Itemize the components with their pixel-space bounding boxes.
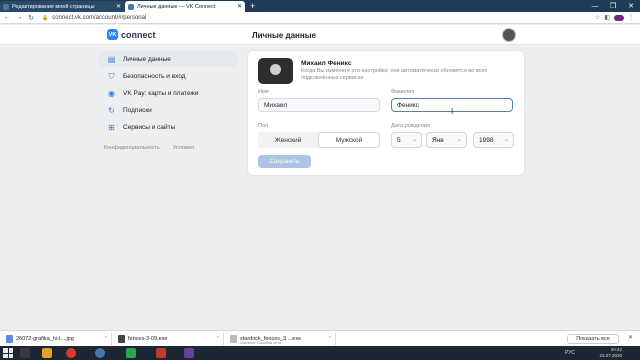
tab-title: Личные данные — VK Connect [137, 3, 216, 10]
close-icon[interactable]: ✕ [116, 3, 121, 10]
sidebar-item-label: Безопасность и вход [123, 72, 186, 80]
download-status: Ошибка: Ошибка сети [240, 340, 282, 345]
new-tab-icon[interactable]: + [250, 1, 255, 11]
profile-hint: Когда Вы измените эти настройки, они авт… [301, 68, 488, 81]
terms-link[interactable]: Условия [173, 145, 194, 151]
clock[interactable]: 20:42 23.07.2020 [599, 347, 622, 359]
first-name-field[interactable]: Михаил [258, 98, 380, 112]
forward-icon[interactable]: → [14, 13, 24, 23]
downloads-shelf: 26072-grafika_hi-t....jpg ⌃ fences-3-09.… [0, 330, 640, 346]
sidebar-item-security[interactable]: ⛉ Безопасность и вход [98, 68, 238, 84]
vk-logo-icon: VK [107, 29, 118, 40]
birthdate-label: Дата рождения [391, 123, 430, 129]
app-icon[interactable] [126, 348, 136, 358]
address-bar[interactable]: 🔒 connect.vk.com/account/#/personal [42, 15, 595, 21]
language-indicator[interactable]: РУС [565, 350, 575, 356]
birth-year-select[interactable]: 1998 ⌄ [473, 132, 514, 148]
menu-icon[interactable]: ⋮ [628, 14, 634, 21]
birth-day-select[interactable]: 5 ⌄ [391, 132, 422, 148]
profile-name: Михаил Феникс [301, 60, 352, 67]
gender-selector[interactable]: Женский Мужской [258, 132, 380, 148]
avatar[interactable] [502, 28, 516, 42]
sidebar-item-vkpay[interactable]: ◉ VK Pay: карты и платежи [98, 85, 238, 101]
sidebar-footer: Конфиденциальность Условия [104, 145, 194, 151]
chevron-down-icon: ⌄ [503, 137, 509, 143]
maximize-icon[interactable]: ❐ [604, 0, 622, 12]
close-icon[interactable]: ✕ [628, 334, 633, 341]
birth-month-select[interactable]: Янв ⌄ [426, 132, 467, 148]
search-icon[interactable] [20, 348, 30, 358]
lock-icon: 🔒 [42, 14, 49, 21]
app-icon[interactable] [156, 348, 166, 358]
clock-date: 23.07.2020 [599, 353, 622, 358]
user-icon: ▤ [107, 54, 116, 64]
vkpay-icon: ◉ [108, 88, 115, 98]
save-button[interactable]: Сохранить [258, 155, 311, 168]
birth-year-value: 1998 [479, 136, 494, 144]
close-icon[interactable]: ✕ [237, 3, 242, 10]
windows-start-icon[interactable] [3, 348, 13, 358]
download-item[interactable]: fences-3-09.exe ⌃ [118, 333, 224, 345]
chevron-down-icon: ⌄ [411, 137, 417, 143]
sidebar-item-label: Подписки [123, 106, 152, 114]
grid-icon: ⊞ [108, 122, 115, 132]
privacy-link[interactable]: Конфиденциальность [104, 145, 160, 151]
birth-month-value: Янв [432, 136, 444, 144]
first-name-label: Имя [258, 89, 269, 95]
sidebar-item-personal[interactable]: ▤ Личные данные [98, 51, 238, 67]
app-header: VK connect Личные данные [0, 25, 640, 45]
file-icon [230, 335, 237, 343]
shield-icon: ⛉ [108, 71, 115, 81]
app-icon[interactable] [184, 348, 194, 358]
download-item[interactable]: stardock_fences_3....exe Ошибка: Ошибка … [230, 333, 336, 345]
page-title: Личные данные [252, 31, 316, 40]
chevron-down-icon: ⌄ [456, 137, 462, 143]
profile-photo[interactable] [258, 58, 293, 84]
download-filename: fences-3-09.exe [128, 336, 168, 342]
sidebar-item-label: Сервисы и сайты [123, 123, 176, 131]
tab-personal-data[interactable]: Личные данные — VK Connect ✕ [125, 1, 245, 12]
vk-favicon-icon [128, 3, 134, 10]
last-name-label: Фамилия [391, 89, 415, 95]
file-explorer-icon[interactable] [42, 348, 52, 358]
browser-tab-strip: Редактирование моей страницы ✕ Личные да… [0, 0, 640, 12]
browser-toolbar: ← → ↻ 🔒 connect.vk.com/account/#/persona… [0, 12, 640, 24]
sidebar-item-label: Личные данные [123, 55, 171, 63]
sidebar-item-services[interactable]: ⊞ Сервисы и сайты [98, 119, 238, 135]
star-icon[interactable]: ☆ [595, 14, 600, 21]
window-close-icon[interactable]: ✕ [622, 0, 640, 12]
tab-edit-page[interactable]: Редактирование моей страницы ✕ [0, 1, 124, 12]
app-icon[interactable] [95, 348, 105, 358]
taskbar: РУС 20:42 23.07.2020 [0, 346, 640, 360]
image-file-icon [6, 335, 13, 343]
text-cursor-icon: I [451, 107, 454, 116]
chevron-up-icon[interactable]: ⌃ [216, 336, 220, 342]
reload-icon[interactable]: ↻ [26, 13, 36, 23]
download-item[interactable]: 26072-grafika_hi-t....jpg ⌃ [6, 333, 112, 345]
chevron-up-icon[interactable]: ⌃ [104, 336, 108, 342]
vk-favicon-icon [3, 3, 9, 10]
tab-title: Редактирование моей страницы [12, 3, 95, 10]
gender-label: Пол [258, 123, 269, 129]
logo-text: connect [121, 29, 156, 40]
download-filename: 26072-grafika_hi-t....jpg [16, 336, 74, 342]
gender-option-female[interactable]: Женский [258, 132, 318, 148]
birth-day-value: 5 [397, 136, 401, 144]
gender-option-male[interactable]: Мужской [318, 132, 380, 148]
url-text: connect.vk.com/account/#/personal [52, 14, 147, 21]
minimize-icon[interactable]: — [586, 0, 604, 12]
sidebar-item-label: VK Pay: карты и платежи [123, 89, 199, 97]
subscriptions-icon: ↻ [108, 105, 115, 115]
extension-icon[interactable]: ◧ [604, 14, 610, 21]
chrome-icon[interactable] [66, 348, 76, 358]
exe-file-icon [118, 335, 125, 343]
show-all-downloads-button[interactable]: Показать все [567, 334, 619, 344]
chevron-up-icon[interactable]: ⌃ [328, 336, 332, 342]
sidebar-item-subscriptions[interactable]: ↻ Подписки [98, 102, 238, 118]
back-icon[interactable]: ← [2, 13, 12, 23]
vk-connect-logo[interactable]: VK connect [107, 29, 156, 40]
profile-avatar[interactable] [614, 14, 624, 21]
